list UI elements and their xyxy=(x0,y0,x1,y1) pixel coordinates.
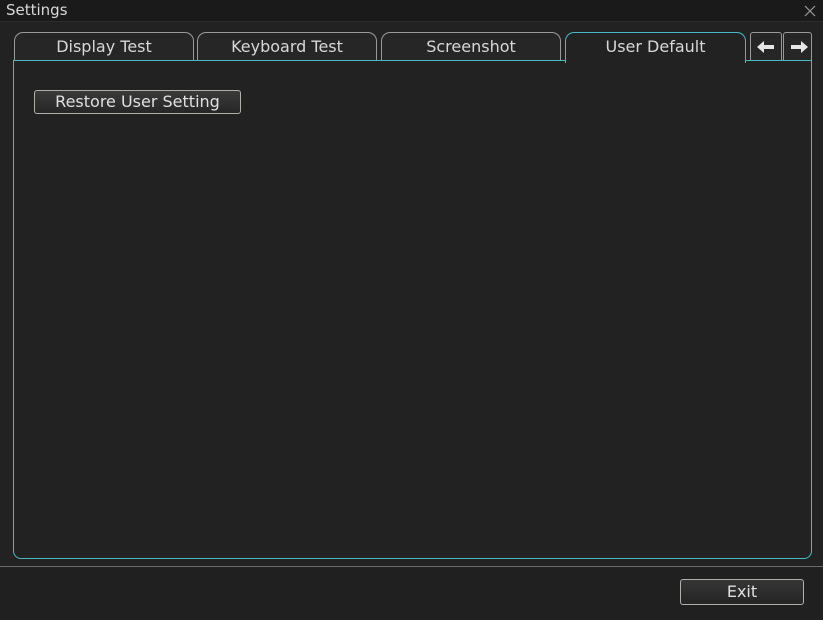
tab-prev-button[interactable] xyxy=(750,32,782,61)
tab-user-default[interactable]: User Default xyxy=(565,32,746,63)
close-icon[interactable] xyxy=(803,2,817,17)
tab-label: Screenshot xyxy=(426,37,516,56)
tab-screenshot[interactable]: Screenshot xyxy=(381,32,561,61)
tab-label: User Default xyxy=(605,37,706,56)
tab-content-panel xyxy=(13,60,812,559)
title-bar: Settings xyxy=(0,0,823,22)
tab-keyboard-test[interactable]: Keyboard Test xyxy=(197,32,377,61)
window-title: Settings xyxy=(6,1,68,19)
arrow-right-icon xyxy=(791,41,808,53)
exit-button[interactable]: Exit xyxy=(680,579,804,605)
tab-display-test[interactable]: Display Test xyxy=(14,32,194,61)
tab-label: Display Test xyxy=(56,37,152,56)
tab-next-button[interactable] xyxy=(783,32,812,61)
arrow-left-icon xyxy=(757,41,774,53)
settings-window: Settings Display Test Keyboard Test Scre… xyxy=(0,0,823,620)
restore-user-setting-button[interactable]: Restore User Setting xyxy=(34,90,241,114)
tab-label: Keyboard Test xyxy=(231,37,343,56)
